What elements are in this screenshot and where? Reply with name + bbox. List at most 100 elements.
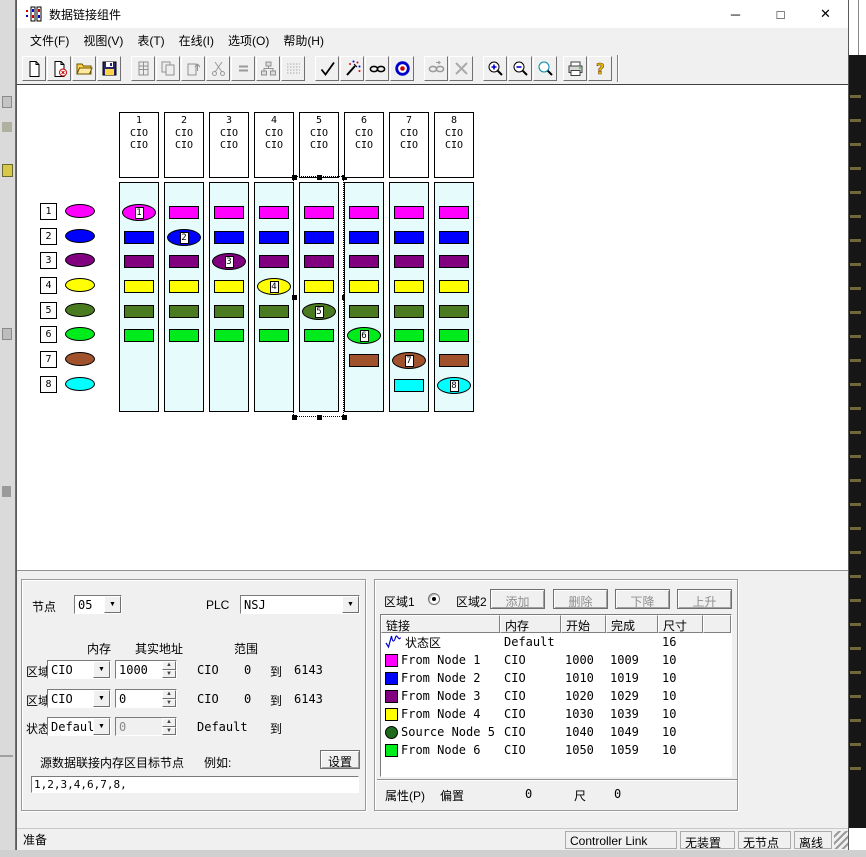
zoom-button[interactable]: [533, 56, 557, 81]
node-column-header-8[interactable]: 8CIOCIO: [434, 112, 474, 178]
link-area-node-4[interactable]: [169, 280, 199, 293]
minimize-button[interactable]: ─: [713, 0, 758, 28]
menu-item-online[interactable]: 在线(I): [172, 29, 221, 52]
link-area-node-1[interactable]: [394, 206, 424, 219]
link-area-node-5[interactable]: [439, 305, 469, 318]
delete-x-button[interactable]: [449, 56, 473, 81]
node-column-3[interactable]: 3: [209, 182, 249, 412]
node-column-6[interactable]: 6: [344, 182, 384, 412]
link-area-node-7[interactable]: [349, 354, 379, 367]
chevron-down-icon[interactable]: ▼: [93, 718, 110, 735]
link-area-node-1[interactable]: [214, 206, 244, 219]
column-header-1[interactable]: 内存: [500, 615, 561, 633]
table-row[interactable]: From Node 4CIO1030103910: [381, 705, 731, 723]
link-area-node-8[interactable]: [394, 379, 424, 392]
link-area-node-5[interactable]: [394, 305, 424, 318]
menu-item-help[interactable]: 帮助(H): [276, 29, 331, 52]
maximize-button[interactable]: □: [758, 0, 803, 28]
node-column-header-6[interactable]: 6CIOCIO: [344, 112, 384, 178]
plc-select[interactable]: NSJ▼: [240, 595, 360, 614]
source-area-node-8[interactable]: 8: [437, 377, 471, 394]
table-row[interactable]: Source Node 5CIO1040104910: [381, 723, 731, 741]
copy-table-button[interactable]: [156, 56, 180, 81]
menu-item-view[interactable]: 视图(V): [76, 29, 130, 52]
set-button[interactable]: 设置: [320, 750, 360, 769]
link-area-node-4[interactable]: [214, 280, 244, 293]
save-button[interactable]: [97, 56, 121, 81]
link-button[interactable]: [365, 56, 389, 81]
link-area-node-2[interactable]: [124, 231, 154, 244]
link-area-node-2[interactable]: [439, 231, 469, 244]
spinner-down-icon[interactable]: ▼: [162, 727, 176, 736]
source-area-node-1[interactable]: 1: [122, 204, 156, 221]
link-area-node-1[interactable]: [259, 206, 289, 219]
target-button[interactable]: [390, 56, 414, 81]
export-table-button[interactable]: [181, 56, 205, 81]
table-row[interactable]: From Node 2CIO1010101910: [381, 669, 731, 687]
node-select[interactable]: 05▼: [74, 595, 122, 614]
column-header-2[interactable]: 开始: [561, 615, 606, 633]
spinner-up-icon[interactable]: ▲: [162, 718, 176, 727]
menu-item-table[interactable]: 表(T): [130, 29, 171, 52]
target-nodes-input[interactable]: [32, 777, 358, 792]
node-column-7[interactable]: 7: [389, 182, 429, 412]
open-button[interactable]: [72, 56, 96, 81]
link-area-node-2[interactable]: [259, 231, 289, 244]
node-column-header-4[interactable]: 4CIOCIO: [254, 112, 294, 178]
source-area-node-4[interactable]: 4: [257, 278, 291, 295]
add-button[interactable]: 添加: [490, 589, 545, 609]
link-area-node-4[interactable]: [439, 280, 469, 293]
address-spinner-1[interactable]: 0▲▼: [115, 689, 177, 708]
cut-button[interactable]: [206, 56, 230, 81]
link-area-node-3[interactable]: [259, 255, 289, 268]
chevron-down-icon[interactable]: ▼: [342, 596, 359, 613]
address-spinner-0[interactable]: 1000▲▼: [115, 660, 177, 679]
close-button[interactable]: ✕: [803, 0, 848, 28]
link-area-node-5[interactable]: [214, 305, 244, 318]
area1-radio[interactable]: [428, 593, 440, 605]
link-area-node-3[interactable]: [394, 255, 424, 268]
node-column-2[interactable]: 2: [164, 182, 204, 412]
resize-grip[interactable]: [834, 831, 848, 849]
memory-select-2[interactable]: Default▼: [47, 717, 111, 736]
link-area-node-2[interactable]: [214, 231, 244, 244]
node-column-1[interactable]: 1: [119, 182, 159, 412]
transfer-link-button[interactable]: [424, 56, 448, 81]
link-area-node-1[interactable]: [169, 206, 199, 219]
source-area-node-2[interactable]: 2: [167, 229, 201, 246]
memory-select-1[interactable]: CIO▼: [47, 689, 111, 708]
table-row[interactable]: From Node 3CIO1020102910: [381, 687, 731, 705]
auto-setup-wizard-button[interactable]: [340, 56, 364, 81]
node-column-header-5[interactable]: 5CIOCIO: [299, 112, 339, 178]
link-area-node-3[interactable]: [349, 255, 379, 268]
hierarchy-button[interactable]: [256, 56, 280, 81]
link-area-node-6[interactable]: [169, 329, 199, 342]
column-header-0[interactable]: 链接: [381, 615, 500, 633]
compare-button[interactable]: [231, 56, 255, 81]
zoom-out-button[interactable]: [508, 56, 532, 81]
column-header-3[interactable]: 完成: [606, 615, 658, 633]
selection-handle[interactable]: [292, 175, 297, 180]
link-area-node-5[interactable]: [169, 305, 199, 318]
link-area-node-3[interactable]: [124, 255, 154, 268]
link-area-node-3[interactable]: [169, 255, 199, 268]
column-header-4[interactable]: 尺寸: [658, 615, 703, 633]
link-table[interactable]: 链接内存开始完成尺寸 状态区Default16From Node 1CIO100…: [380, 614, 732, 777]
menu-item-options[interactable]: 选项(O): [221, 29, 276, 52]
properties-label[interactable]: 属性(P): [385, 787, 425, 804]
link-area-node-4[interactable]: [349, 280, 379, 293]
selection-handle[interactable]: [342, 415, 347, 420]
new-button[interactable]: [22, 56, 46, 81]
spinner-up-icon[interactable]: ▲: [162, 661, 176, 670]
chevron-down-icon[interactable]: ▼: [93, 661, 110, 678]
source-area-node-7[interactable]: 7: [392, 352, 426, 369]
link-area-node-6[interactable]: [214, 329, 244, 342]
node-column-header-3[interactable]: 3CIOCIO: [209, 112, 249, 178]
new-delete-button[interactable]: [47, 56, 71, 81]
node-column-header-2[interactable]: 2CIOCIO: [164, 112, 204, 178]
source-area-node-6[interactable]: 6: [347, 327, 381, 344]
link-area-node-2[interactable]: [349, 231, 379, 244]
source-area-node-3[interactable]: 3: [212, 253, 246, 270]
memory-select-0[interactable]: CIO▼: [47, 660, 111, 679]
selection-handle[interactable]: [317, 415, 322, 420]
